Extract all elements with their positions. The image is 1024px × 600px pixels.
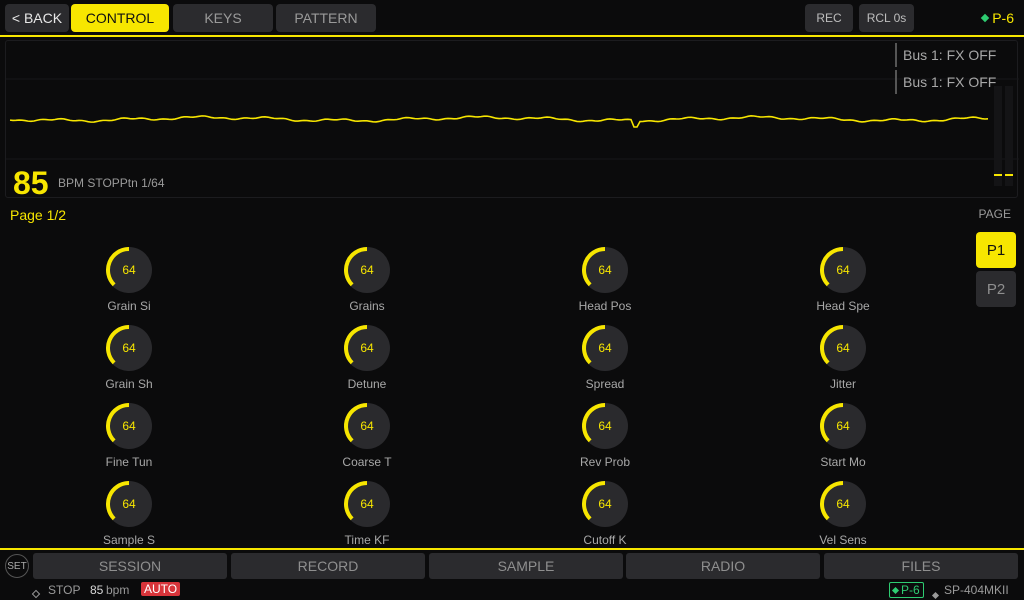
knob-label: Vel Sens [819, 533, 867, 547]
device-indicator: P-6 [980, 10, 1014, 26]
knob-fine-tun[interactable]: 64 Fine Tun [74, 402, 184, 476]
knob-grain-sh[interactable]: 64 Grain Sh [74, 324, 184, 398]
device-badge: P-6 [889, 582, 924, 598]
knob-start-mo[interactable]: 64 Start Mo [788, 402, 898, 476]
knob-value: 64 [122, 341, 136, 355]
bpm-unit: bpm [106, 583, 130, 597]
knob-coarse-t[interactable]: 64 Coarse T [312, 402, 422, 476]
auto-badge[interactable]: AUTO [141, 582, 181, 596]
knob-vel-sens[interactable]: 64 Vel Sens [788, 480, 898, 554]
recall-button[interactable]: RCL 0s [859, 4, 914, 32]
knob-label: Sample S [102, 533, 156, 547]
rec-button[interactable]: REC [805, 4, 853, 32]
knob-label: Grain Sh [105, 377, 153, 391]
level-meter [994, 86, 1014, 186]
knob-label: Rev Prob [579, 455, 631, 469]
knob-value: 64 [360, 341, 374, 355]
knob-value: 64 [122, 497, 136, 511]
knob-label: Grain Si [107, 299, 151, 313]
status-dot-icon [980, 13, 990, 23]
top-bar: < BACK CONTROL KEYS PATTERN REC RCL 0s P… [0, 0, 1024, 37]
knob-value: 64 [122, 263, 136, 277]
nav-record[interactable]: RECORD [231, 553, 425, 579]
waveform-panel: Bus 1: FX OFF Bus 1: FX OFF 85 BPM STOPP… [5, 40, 1019, 201]
bus-status-1: Bus 1: FX OFF [895, 43, 1005, 67]
waveform-line [9, 115, 989, 128]
knob-label: Coarse T [342, 455, 392, 469]
knob-label: Head Pos [578, 299, 632, 313]
stop-icon [31, 586, 41, 600]
tab-keys[interactable]: KEYS [173, 4, 273, 32]
knob-value: 64 [360, 419, 374, 433]
page-button-p1[interactable]: P1 [976, 232, 1016, 268]
back-button[interactable]: < BACK [5, 4, 69, 32]
knob-value: 64 [836, 341, 850, 355]
knob-label: Jitter [829, 377, 856, 391]
knob-head-spe[interactable]: 64 Head Spe [788, 246, 898, 320]
knob-label: Spread [585, 377, 625, 391]
knob-cutoff-k[interactable]: 64 Cutoff K [550, 480, 660, 554]
knob-grain-si[interactable]: 64 Grain Si [74, 246, 184, 320]
knob-value: 64 [122, 419, 136, 433]
bottom-divider [0, 548, 1024, 550]
knob-label: Time KF [344, 533, 390, 547]
knob-value: 64 [360, 263, 374, 277]
tab-pattern[interactable]: PATTERN [276, 4, 376, 32]
device-label: P-6 [992, 10, 1014, 26]
page-indicator: Page 1/2 [10, 207, 67, 223]
tab-control[interactable]: CONTROL [71, 4, 169, 32]
knob-label: Cutoff K [583, 533, 627, 547]
knob-value: 64 [836, 263, 850, 277]
knob-rev-prob[interactable]: 64 Rev Prob [550, 402, 660, 476]
knob-value: 64 [836, 497, 850, 511]
nav-files[interactable]: FILES [824, 553, 1018, 579]
model-icon [931, 587, 940, 600]
nav-session[interactable]: SESSION [33, 553, 227, 579]
status-bar: STOP 85 bpm AUTO P-6 SP-404MKII [0, 581, 1024, 600]
knob-label: Grains [349, 299, 385, 313]
bpm-display: 85 [13, 165, 49, 201]
knob-label: Start Mo [820, 455, 866, 469]
knob-value: 64 [598, 263, 612, 277]
knob-value: 64 [598, 497, 612, 511]
device-badge-label: P-6 [901, 583, 920, 597]
knob-value: 64 [598, 341, 612, 355]
set-button[interactable]: SET [5, 554, 29, 578]
transport-info: BPM STOPPtn 1/64 [58, 176, 165, 190]
nav-radio[interactable]: RADIO [626, 553, 820, 579]
knob-value: 64 [836, 419, 850, 433]
knob-jitter[interactable]: 64 Jitter [788, 324, 898, 398]
knob-head-pos[interactable]: 64 Head Pos [550, 246, 660, 320]
transport-state: STOP [48, 583, 81, 597]
knob-value: 64 [598, 419, 612, 433]
bpm-value: 85 [90, 583, 104, 597]
knob-label: Fine Tun [105, 455, 153, 469]
device-dot-icon [891, 586, 900, 594]
knob-detune[interactable]: 64 Detune [312, 324, 422, 398]
knob-value: 64 [360, 497, 374, 511]
knob-sample-s[interactable]: 64 Sample S [74, 480, 184, 554]
knob-time-kf[interactable]: 64 Time KF [312, 480, 422, 554]
bus-status-2: Bus 1: FX OFF [895, 70, 1005, 94]
nav-sample[interactable]: SAMPLE [429, 553, 623, 579]
knob-grains[interactable]: 64 Grains [312, 246, 422, 320]
page-button-p2[interactable]: P2 [976, 271, 1016, 307]
knob-label: Detune [347, 377, 387, 391]
page-title: PAGE [978, 207, 1011, 221]
model-name: SP-404MKII [944, 583, 1009, 597]
knob-spread[interactable]: 64 Spread [550, 324, 660, 398]
knob-label: Head Spe [816, 299, 870, 313]
